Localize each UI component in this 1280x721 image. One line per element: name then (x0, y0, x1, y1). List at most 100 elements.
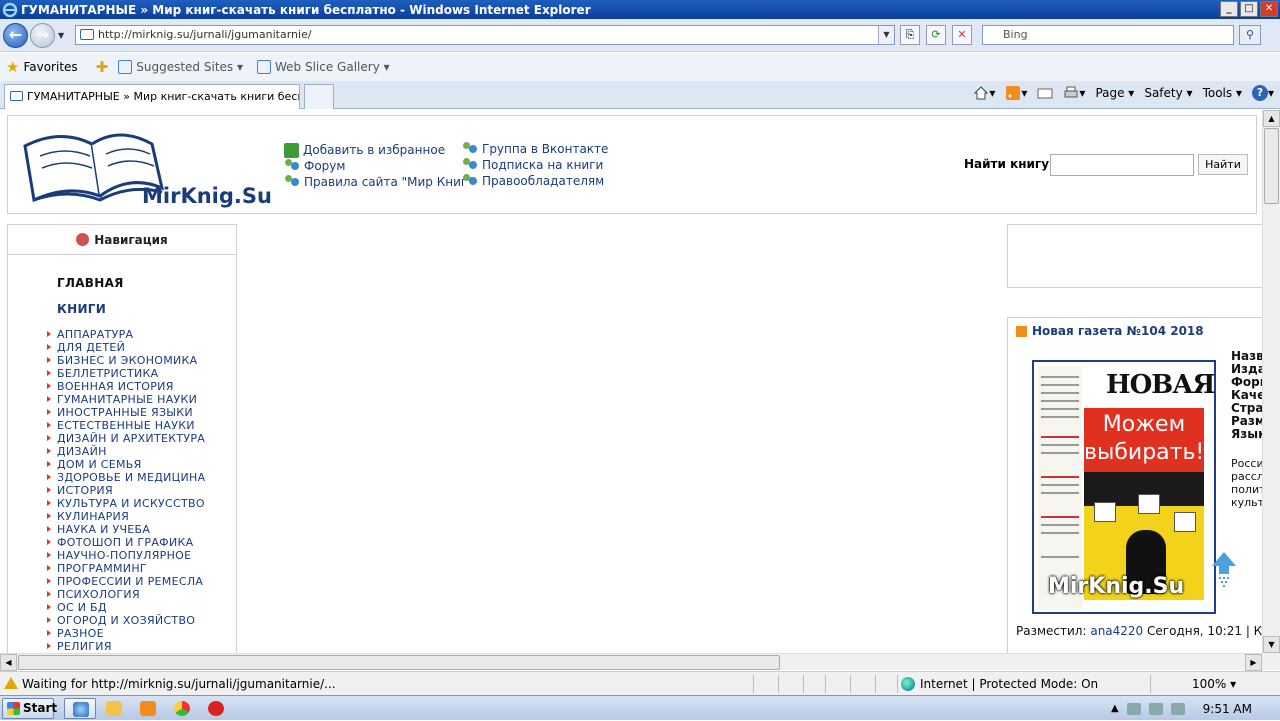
read-mail-button[interactable] (1037, 85, 1053, 101)
start-label: Start (23, 701, 58, 715)
volume-tray-icon[interactable] (1170, 702, 1185, 715)
scroll-up-icon[interactable]: ▲ (1263, 110, 1280, 127)
news-item-title[interactable]: Новая газета №104 2018 (1016, 324, 1204, 338)
stop-button[interactable]: ✕ (952, 25, 972, 45)
recent-pages-dropdown-icon[interactable]: ▼ (58, 31, 68, 41)
taskbar-media-button[interactable] (132, 698, 164, 719)
minimize-button[interactable]: _ (1220, 1, 1238, 17)
add-to-favorites-link[interactable]: Добавить в избранное (284, 142, 473, 158)
category-link[interactable]: НАУКА И УЧЕБА (46, 523, 205, 536)
page-viewport: MirKnig.Su Добавить в избранное Форум Пр… (0, 110, 1262, 653)
category-link[interactable]: КУЛЬТУРА И ИСКУССТВО (46, 497, 205, 510)
home-button[interactable]: ▾ (973, 85, 995, 101)
users-icon (462, 158, 478, 172)
globe-icon (901, 677, 915, 691)
forward-button[interactable]: → (30, 23, 55, 48)
favorites-bar: ★ Favorites ✚ Suggested Sites ▾ Web Slic… (0, 53, 1280, 81)
help-button[interactable]: ? ▾ (1251, 85, 1274, 101)
category-link[interactable]: ДЛЯ ДЕТЕЙ (46, 341, 205, 354)
print-button[interactable]: ▾ (1063, 85, 1085, 101)
taskbar-ie-button[interactable] (64, 698, 96, 719)
zoom-level[interactable]: 100% ▾ (1192, 677, 1236, 691)
category-link[interactable]: БЕЛЛЕТРИСТИКА (46, 367, 205, 380)
scroll-to-top-icon[interactable] (1211, 550, 1237, 590)
vertical-scrollbar[interactable]: ▲ ▼ (1262, 110, 1280, 653)
network-tray-icon[interactable] (1148, 702, 1163, 715)
scroll-right-icon[interactable]: ▶ (1245, 654, 1262, 671)
search-input[interactable]: Bing (982, 25, 1234, 45)
horizontal-scroll-thumb[interactable] (18, 655, 780, 670)
cover-headline-2: выбирать! (1084, 440, 1205, 465)
security-zone[interactable]: Internet | Protected Mode: On (901, 677, 1098, 691)
search-go-button[interactable]: ⚲ (1239, 25, 1261, 45)
category-link[interactable]: ОС И БД (46, 601, 205, 614)
taskbar-explorer-button[interactable] (98, 698, 130, 719)
close-button[interactable]: ✕ (1260, 1, 1278, 17)
add-to-favorites-bar-button[interactable]: ✚ (96, 58, 113, 76)
suggested-sites-link[interactable]: Suggested Sites ▾ (118, 60, 243, 74)
scroll-left-icon[interactable]: ◀ (0, 654, 17, 671)
vk-group-link[interactable]: Группа в Вконтакте (462, 141, 608, 157)
address-bar[interactable]: http://mirknig.su/jurnali/jgumanitarnie/… (75, 25, 895, 45)
web-slice-gallery-link[interactable]: Web Slice Gallery ▾ (257, 60, 390, 74)
forum-link[interactable]: Форум (284, 158, 473, 174)
category-link[interactable]: ЗДОРОВЬЕ И МЕДИЦИНА (46, 471, 205, 484)
new-tab-button[interactable] (304, 84, 334, 109)
site-logo[interactable]: MirKnig.Su (20, 126, 272, 208)
category-link[interactable]: ДОМ И СЕМЬЯ (46, 458, 205, 471)
category-link[interactable]: ПСИХОЛОГИЯ (46, 588, 205, 601)
category-link[interactable]: ЕСТЕСТВЕННЫЕ НАУКИ (46, 419, 205, 432)
category-link[interactable]: НАУЧНО-ПОПУЛЯРНОЕ (46, 549, 205, 562)
tools-menu[interactable]: Tools ▾ (1203, 86, 1242, 100)
page-menu[interactable]: Page ▾ (1095, 86, 1134, 100)
tab-active[interactable]: ГУМАНИТАРНЫЕ » Мир книг-скачать книги бе… (4, 84, 300, 109)
category-link[interactable]: РЕЛИГИЯ (46, 640, 205, 653)
horizontal-scrollbar[interactable]: ◀ ▶ (0, 653, 1262, 671)
category-link[interactable]: ФОТОШОП И ГРАФИКА (46, 536, 205, 549)
category-link[interactable]: ПРОФЕССИИ И РЕМЕСЛА (46, 575, 205, 588)
newspaper-cover-image[interactable]: НОВАЯ Можем выбирать! MirKnig.Su (1032, 360, 1216, 614)
category-link[interactable]: ДИЗАЙН (46, 445, 205, 458)
web-slice-gallery-label: Web Slice Gallery ▾ (275, 60, 390, 74)
category-link[interactable]: КУЛИНАРИЯ (46, 510, 205, 523)
site-search-button[interactable]: Найти (1198, 154, 1248, 175)
category-link[interactable]: ВОЕННАЯ ИСТОРИЯ (46, 380, 205, 393)
vertical-scroll-thumb[interactable] (1264, 128, 1279, 204)
ballot-box-icon (1094, 502, 1116, 522)
category-link[interactable]: АППАРАТУРА (46, 328, 205, 341)
refresh-button[interactable]: ⟳ (926, 25, 946, 45)
nav-home-link[interactable]: ГЛАВНАЯ (57, 276, 124, 290)
feeds-button[interactable]: ▾ (1005, 85, 1027, 101)
compatibility-view-button[interactable]: ⎘ (900, 25, 920, 45)
maximize-button[interactable]: □ (1240, 1, 1258, 17)
back-button[interactable]: ← (3, 23, 28, 48)
subscribe-link[interactable]: Подписка на книги (462, 157, 608, 173)
category-link[interactable]: ГУМАНИТАРНЫЕ НАУКИ (46, 393, 205, 406)
taskbar-app-button[interactable] (200, 698, 232, 719)
category-link[interactable]: РАЗНОЕ (46, 627, 205, 640)
zoom-label: 100% (1192, 677, 1227, 691)
site-search-input[interactable] (1050, 154, 1194, 176)
category-link[interactable]: ИНОСТРАННЫЕ ЯЗЫКИ (46, 406, 205, 419)
category-link[interactable]: ПРОГРАММИНГ (46, 562, 205, 575)
add-to-favorites-label: Добавить в избранное (303, 143, 446, 157)
nav-books-link[interactable]: КНИГИ (57, 302, 106, 316)
start-button[interactable]: Start (2, 698, 58, 719)
address-dropdown-icon[interactable]: ▼ (878, 26, 894, 44)
taskbar-chrome-button[interactable] (166, 698, 198, 719)
flag-tray-icon[interactable] (1126, 702, 1141, 715)
clock[interactable]: 9:51 AM (1203, 702, 1252, 716)
tray-expand-icon[interactable]: ▲ (1111, 703, 1119, 714)
favorites-button[interactable]: ★ Favorites (6, 58, 78, 76)
copyright-holders-link[interactable]: Правообладателям (462, 173, 608, 189)
scroll-down-icon[interactable]: ▼ (1263, 636, 1280, 653)
category-link[interactable]: ОГОРОД И ХОЗЯЙСТВО (46, 614, 205, 627)
description-line: культ (1231, 496, 1262, 509)
site-rules-link[interactable]: Правила сайта "Мир Книг" (284, 174, 473, 190)
posted-when: Сегодня, 10:21 | Ком (1147, 624, 1262, 638)
safety-menu[interactable]: Safety ▾ (1144, 86, 1192, 100)
posted-user-link[interactable]: ana4220 (1090, 624, 1143, 638)
category-link[interactable]: ДИЗАЙН И АРХИТЕКТУРА (46, 432, 205, 445)
category-link[interactable]: ИСТОРИЯ (46, 484, 205, 497)
category-link[interactable]: БИЗНЕС И ЭКОНОМИКА (46, 354, 205, 367)
